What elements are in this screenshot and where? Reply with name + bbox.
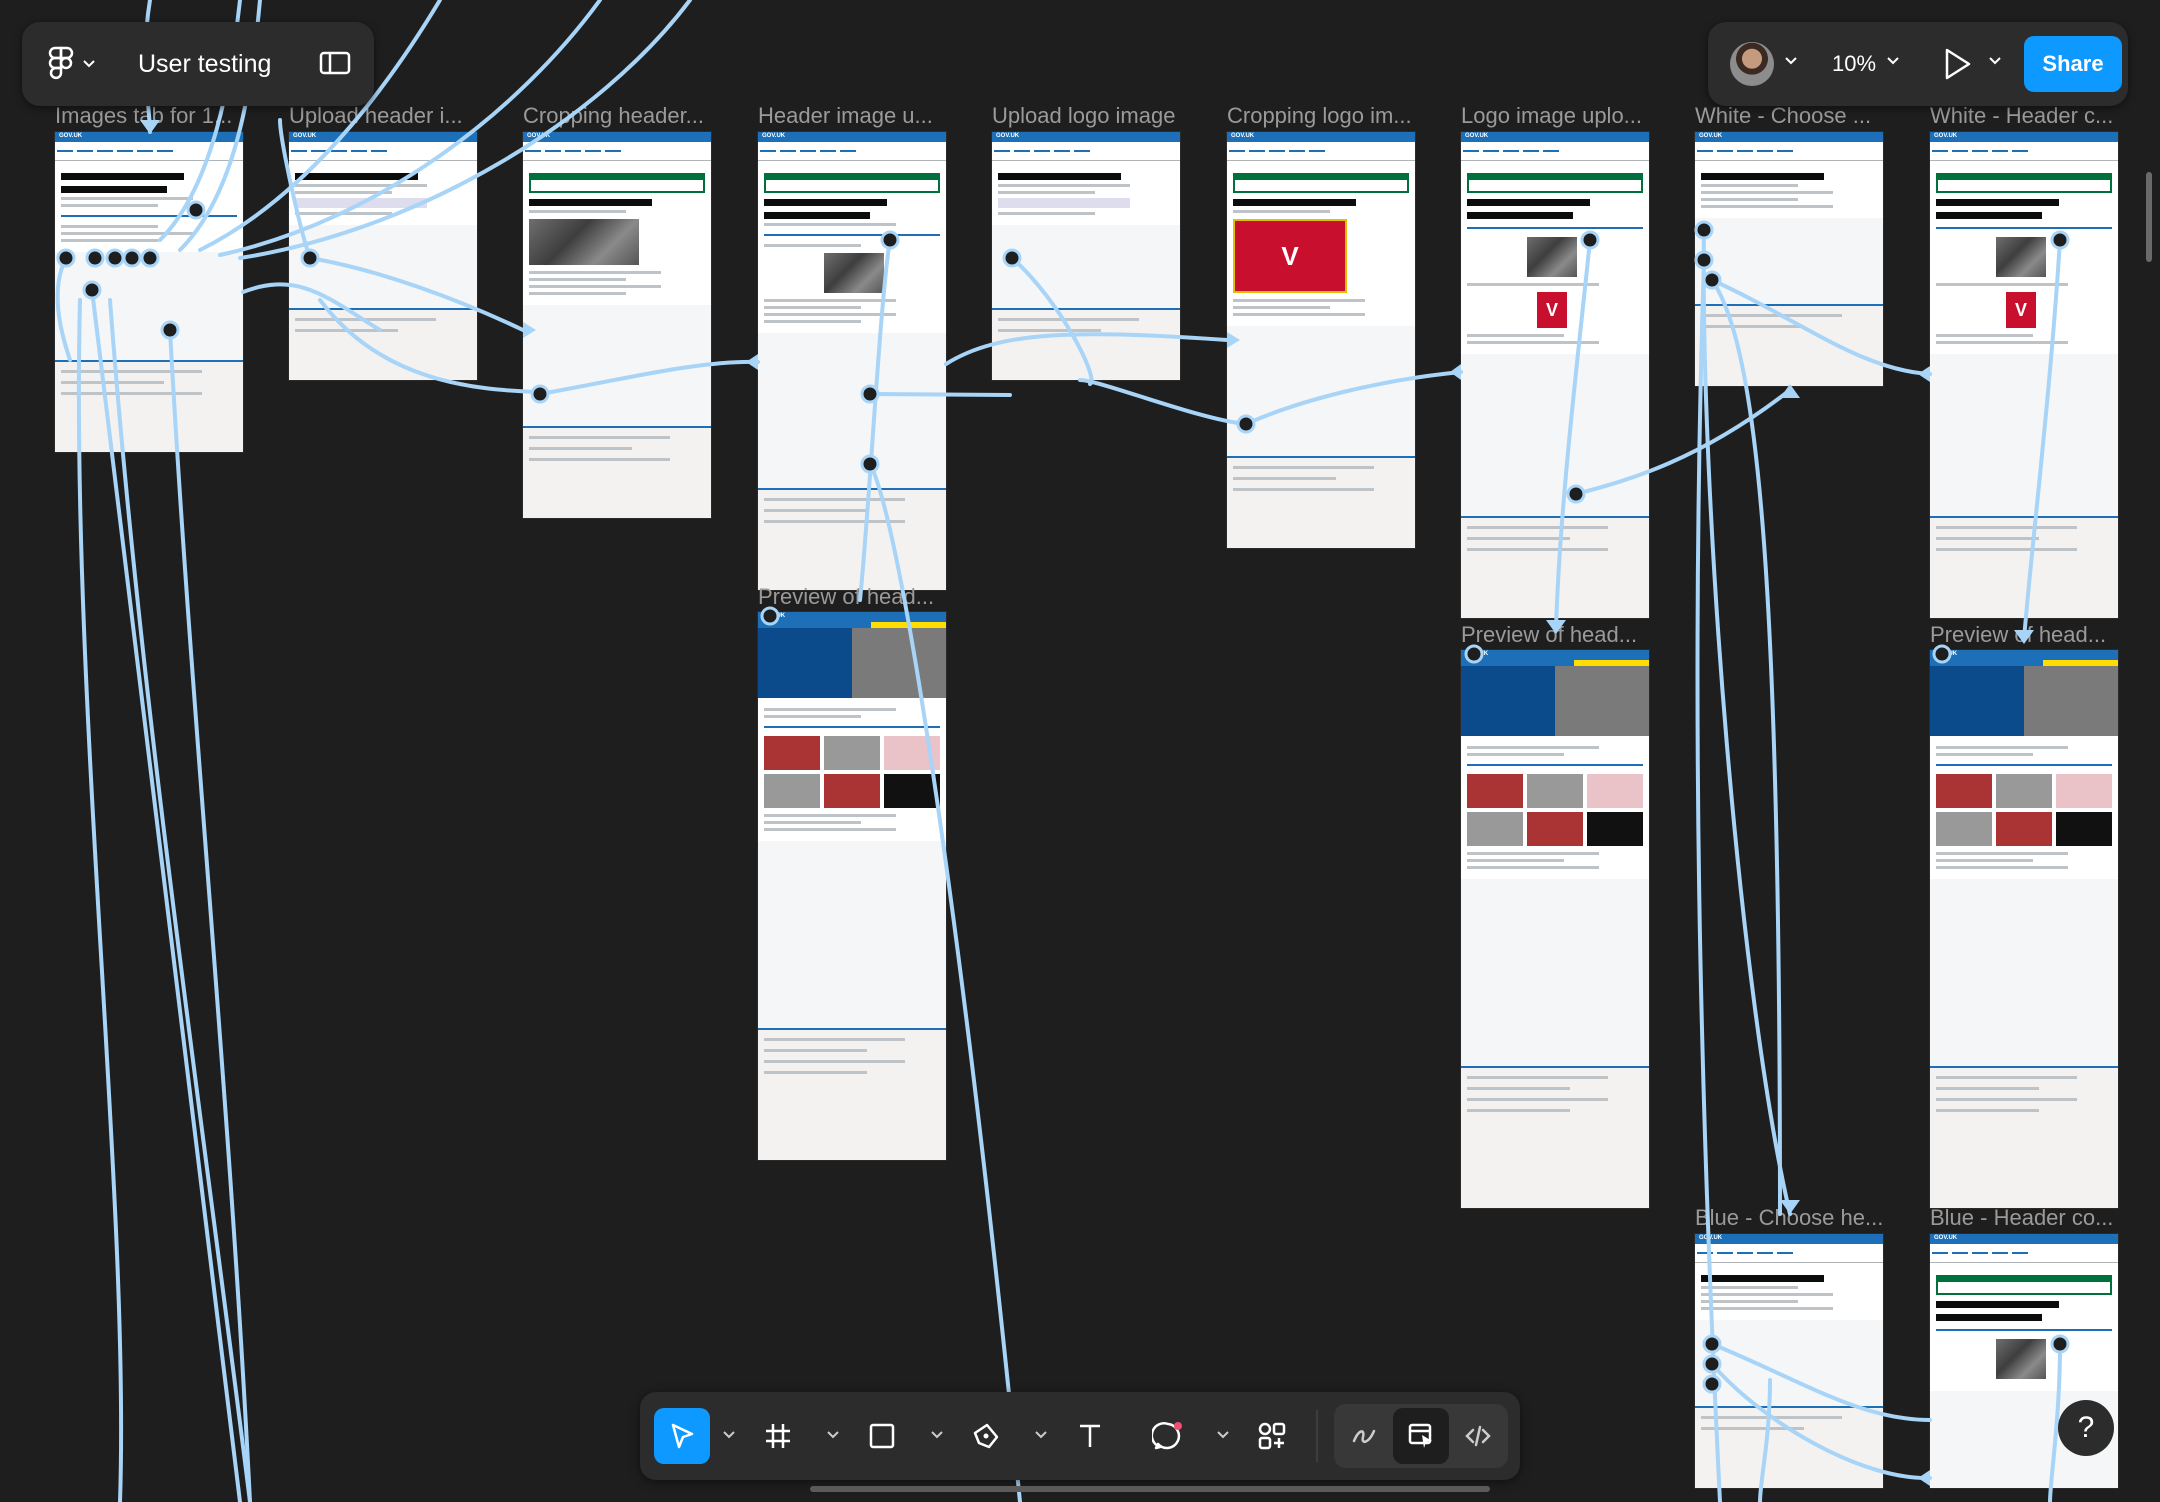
vertical-scrollbar[interactable] bbox=[2146, 172, 2152, 262]
present-play-icon[interactable] bbox=[1936, 44, 1976, 84]
toolbar-divider bbox=[1316, 1410, 1318, 1462]
frame-preview-header-2[interactable]: GOV.UK bbox=[1461, 650, 1649, 1208]
frame-label[interactable]: Images tab for 1... bbox=[55, 103, 232, 129]
move-tool[interactable] bbox=[654, 1408, 710, 1464]
draw-icon bbox=[1352, 1429, 1376, 1444]
actions-tool[interactable] bbox=[1244, 1408, 1300, 1464]
components-icon bbox=[1258, 1422, 1286, 1450]
draw-mode[interactable] bbox=[1336, 1408, 1392, 1464]
text-tool[interactable] bbox=[1062, 1408, 1118, 1464]
connection-wire bbox=[90, 288, 242, 1502]
chevron-down-icon[interactable] bbox=[722, 1430, 736, 1440]
comment-icon bbox=[1152, 1422, 1182, 1450]
frame-blue-choose[interactable]: GOV.UK bbox=[1695, 1234, 1883, 1488]
frame-label[interactable]: Preview of head... bbox=[758, 584, 934, 610]
frame-label[interactable]: Upload header i... bbox=[289, 103, 463, 129]
pen-tool[interactable] bbox=[958, 1408, 1014, 1464]
chevron-down-icon[interactable] bbox=[1216, 1430, 1230, 1440]
dev-mode[interactable] bbox=[1450, 1408, 1506, 1464]
chevron-down-icon[interactable] bbox=[1886, 56, 1900, 66]
horizontal-scrollbar[interactable] bbox=[810, 1486, 1490, 1492]
frame-upload-header[interactable]: GOV.UK bbox=[289, 132, 477, 380]
frame-label[interactable]: Blue - Header co... bbox=[1930, 1205, 2113, 1231]
frame-label[interactable]: Preview of head... bbox=[1461, 622, 1637, 648]
frame-cropping-logo[interactable]: GOV.UK V bbox=[1227, 132, 1415, 548]
pen-icon bbox=[973, 1423, 999, 1449]
collaboration-panel: 10% Share bbox=[1708, 22, 2128, 106]
connection-wire bbox=[1078, 378, 1248, 426]
frame-label[interactable]: Cropping header... bbox=[523, 103, 704, 129]
arrow-head bbox=[1918, 1470, 1930, 1486]
frame-cropping-header[interactable]: GOV.UK bbox=[523, 132, 711, 518]
shape-tool[interactable] bbox=[854, 1408, 910, 1464]
frame-preview-header-3[interactable]: GOV.UK bbox=[1930, 650, 2118, 1208]
chevron-down-icon[interactable] bbox=[1988, 56, 2002, 66]
connection-wire bbox=[76, 298, 124, 1502]
design-icon bbox=[1408, 1423, 1432, 1448]
connection-wire bbox=[168, 328, 252, 1502]
comment-tool[interactable] bbox=[1140, 1408, 1196, 1464]
hash-frame-icon bbox=[766, 1424, 790, 1448]
connection-wire bbox=[108, 298, 252, 1502]
chevron-down-icon bbox=[83, 60, 95, 68]
frame-label[interactable]: Upload logo image bbox=[992, 103, 1175, 129]
frame-label[interactable]: Cropping logo im... bbox=[1227, 103, 1412, 129]
frame-logo-uploaded[interactable]: GOV.UK V bbox=[1461, 132, 1649, 618]
share-button[interactable]: Share bbox=[2024, 36, 2122, 92]
main-menu-button[interactable] bbox=[48, 46, 104, 82]
arrow-head bbox=[1450, 364, 1461, 380]
file-panel: User testing bbox=[22, 22, 374, 106]
arrow-head bbox=[1918, 366, 1930, 382]
text-icon bbox=[1080, 1424, 1100, 1447]
frame-preview-header-1[interactable]: GOV.UK bbox=[758, 612, 946, 1160]
frame-white-header-colour[interactable]: GOV.UK V bbox=[1930, 132, 2118, 618]
zoom-level[interactable]: 10% bbox=[1832, 51, 1876, 77]
bottom-toolbar bbox=[640, 1392, 1520, 1480]
figma-logo-icon bbox=[48, 46, 74, 80]
sidebar-toggle-icon[interactable] bbox=[318, 46, 352, 80]
frame-tool[interactable] bbox=[750, 1408, 806, 1464]
file-name[interactable]: User testing bbox=[138, 50, 271, 79]
frame-upload-logo[interactable]: GOV.UK bbox=[992, 132, 1180, 380]
frame-header-image-uploaded[interactable]: GOV.UK bbox=[758, 132, 946, 590]
design-mode[interactable] bbox=[1393, 1408, 1449, 1464]
frame-label[interactable]: Blue - Choose he... bbox=[1695, 1205, 1883, 1231]
connection-wire bbox=[1710, 278, 1782, 1216]
frame-label[interactable]: Logo image uplo... bbox=[1461, 103, 1642, 129]
frame-images-tab[interactable]: GOV.UK bbox=[55, 132, 243, 452]
chevron-down-icon[interactable] bbox=[930, 1430, 944, 1440]
arrow-head bbox=[1780, 384, 1800, 398]
mode-switcher bbox=[1334, 1404, 1508, 1468]
chevron-down-icon[interactable] bbox=[1034, 1430, 1048, 1440]
code-icon bbox=[1465, 1425, 1491, 1447]
chevron-down-icon[interactable] bbox=[1784, 56, 1798, 66]
avatar[interactable] bbox=[1730, 42, 1774, 86]
chevron-down-icon[interactable] bbox=[826, 1430, 840, 1440]
design-canvas[interactable]: Images tab for 1... Upload header i... C… bbox=[0, 0, 2160, 1502]
cursor-icon bbox=[671, 1423, 694, 1449]
frame-label[interactable]: Header image u... bbox=[758, 103, 933, 129]
rectangle-icon bbox=[869, 1423, 895, 1449]
arrow-head bbox=[746, 354, 758, 370]
help-button[interactable]: ? bbox=[2058, 1400, 2114, 1456]
frame-white-choose[interactable]: GOV.UK bbox=[1695, 132, 1883, 386]
frame-label[interactable]: Preview of head... bbox=[1930, 622, 2106, 648]
frame-label[interactable]: White - Header c... bbox=[1930, 103, 2113, 129]
frame-label[interactable]: White - Choose ... bbox=[1695, 103, 1871, 129]
